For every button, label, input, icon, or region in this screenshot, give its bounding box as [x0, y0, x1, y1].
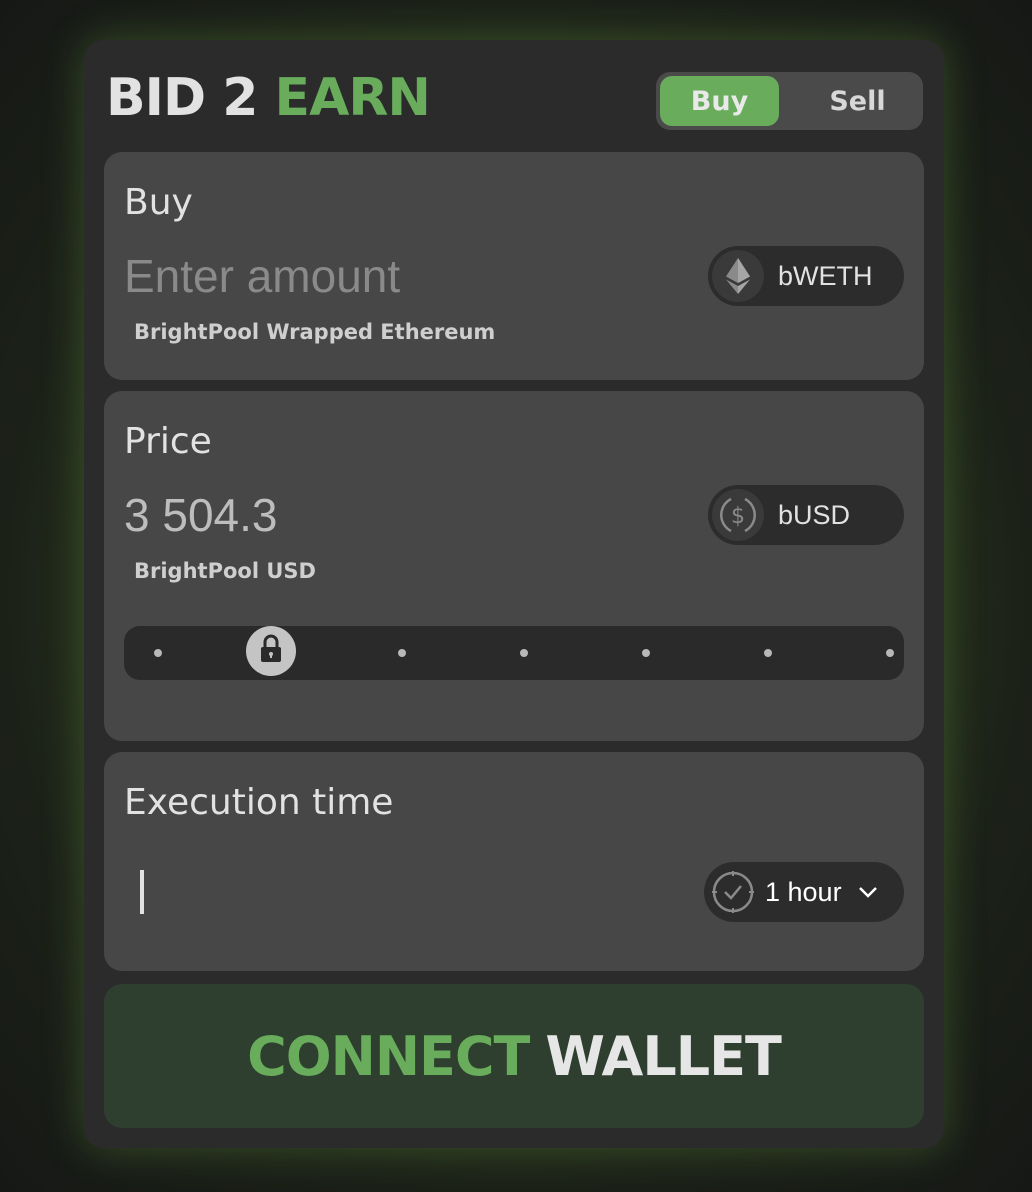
brand-part1: BID 2	[106, 68, 258, 128]
buy-token-symbol: bWETH	[778, 261, 873, 291]
lock-icon	[258, 634, 284, 668]
buy-token-selector[interactable]: bWETH	[708, 246, 904, 306]
trade-card: BID 2 EARN Buy Sell Buy BrightPool Wrapp…	[84, 40, 944, 1148]
slider-step[interactable]	[398, 649, 406, 657]
execution-time-label: Execution time	[124, 782, 394, 823]
toggle-buy[interactable]: Buy	[660, 76, 779, 126]
buy-token-name: BrightPool Wrapped Ethereum	[134, 320, 496, 344]
amount-input[interactable]	[124, 248, 644, 304]
slider-step[interactable]	[764, 649, 772, 657]
toggle-sell[interactable]: Sell	[798, 76, 917, 126]
ethereum-icon	[712, 250, 764, 302]
slider-step[interactable]	[642, 649, 650, 657]
execution-time-value: 1 hour	[765, 877, 842, 907]
chevron-down-icon	[856, 880, 880, 904]
execution-time-panel: Execution time 1 hour	[104, 752, 924, 971]
buy-label: Buy	[124, 182, 193, 223]
svg-text:$: $	[731, 504, 745, 529]
buy-panel: Buy BrightPool Wrapped Ethereum bWETH	[104, 152, 924, 380]
slider-step[interactable]	[886, 649, 894, 657]
execution-time-dropdown[interactable]: 1 hour	[704, 862, 904, 922]
connect-wallet-button[interactable]: CONNECT WALLET	[104, 984, 924, 1128]
price-slider[interactable]	[124, 626, 904, 680]
price-token-selector[interactable]: $ bUSD	[708, 485, 904, 545]
brand-part2: EARN	[274, 68, 431, 128]
slider-step[interactable]	[520, 649, 528, 657]
slider-thumb[interactable]	[246, 626, 296, 676]
slider-step[interactable]	[154, 649, 162, 657]
dollar-coin-icon: $	[712, 489, 764, 541]
buy-sell-toggle: Buy Sell	[656, 72, 923, 130]
price-label: Price	[124, 421, 212, 462]
connect-wallet-part1: CONNECT	[247, 1024, 530, 1088]
text-cursor[interactable]	[140, 870, 144, 914]
clock-icon	[710, 869, 756, 915]
price-panel: Price 3 504.3 BrightPool USD $ bUSD	[104, 391, 924, 741]
price-token-symbol: bUSD	[778, 500, 851, 530]
price-value[interactable]: 3 504.3	[124, 487, 277, 543]
brand-logo: BID 2 EARN	[106, 68, 431, 128]
connect-wallet-part2: WALLET	[545, 1024, 781, 1088]
price-token-name: BrightPool USD	[134, 559, 316, 583]
